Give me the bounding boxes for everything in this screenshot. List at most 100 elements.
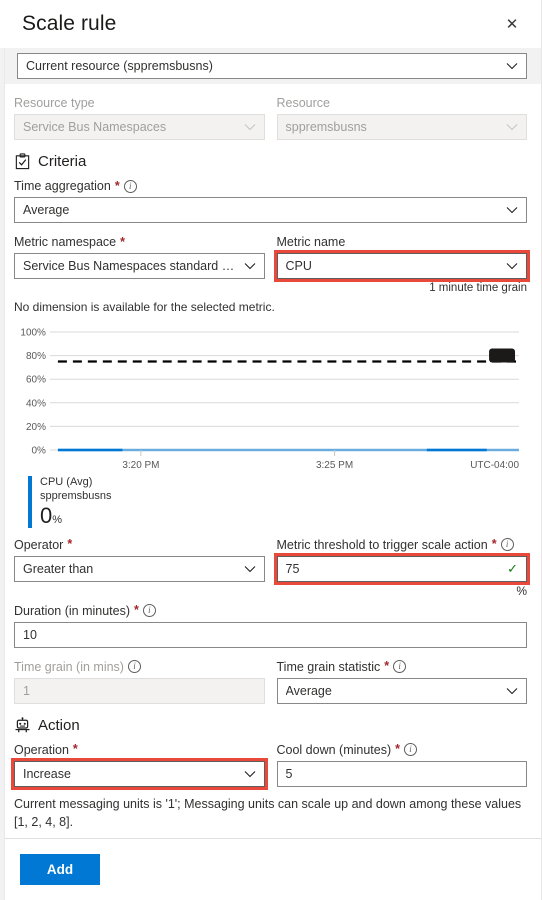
- threshold-label: Metric threshold to trigger scale action…: [277, 538, 528, 552]
- panel-body: Resource type Service Bus Namespaces Res…: [0, 84, 541, 838]
- time-grain-statistic-label: Time grain statistic * i: [277, 660, 528, 674]
- chart-xticks: 3:20 PM 3:25 PM UTC-04:00: [122, 450, 519, 470]
- time-grain-statistic-value: Average: [285, 683, 332, 698]
- time-grain-label: Time grain (in mins) i: [14, 660, 265, 674]
- time-aggregation-field: Time aggregation * i Average: [14, 179, 527, 223]
- time-grain-statistic-dropdown[interactable]: Average: [276, 677, 527, 704]
- threshold-value: 75: [285, 561, 300, 576]
- resource-name-value: sppremsbusns: [285, 120, 367, 134]
- y-tick-label: 20%: [26, 422, 46, 433]
- chart-gridlines: [49, 331, 520, 451]
- metric-preview-chart: 0% 20% 40% 60% 80% 100% 3:20 PM 3:25 PM UTC-04:…: [14, 322, 527, 470]
- operation-label: Operation *: [14, 742, 78, 757]
- chevron-down-icon: [506, 60, 518, 72]
- operation-value: Increase: [23, 766, 71, 781]
- scale-rule-panel: Scale rule ✕ Current resource (sppremsbu…: [0, 0, 542, 900]
- y-tick-label: 0%: [32, 445, 47, 456]
- resource-type-value: Service Bus Namespaces: [23, 120, 167, 134]
- info-icon[interactable]: i: [404, 743, 418, 757]
- check-icon: ✓: [507, 561, 518, 577]
- resource-name-label: Resource: [276, 96, 331, 110]
- required-marker: *: [134, 603, 139, 618]
- required-marker: *: [384, 659, 390, 674]
- chevron-down-icon: [244, 260, 256, 272]
- panel-footer: Add: [0, 838, 541, 900]
- time-aggregation-dropdown[interactable]: Average: [14, 197, 527, 223]
- add-button[interactable]: Add: [20, 854, 100, 885]
- scope-band: Current resource (sppremsbusns): [0, 48, 541, 84]
- threshold-badge[interactable]: [489, 348, 516, 363]
- scope-resource-dropdown[interactable]: Current resource (sppremsbusns): [17, 53, 527, 79]
- time-grain-value: 1: [23, 683, 30, 698]
- metric-name-label: Metric name: [276, 235, 346, 249]
- action-section-heading: Action: [14, 717, 527, 734]
- chevron-down-icon: [244, 563, 256, 575]
- required-marker: *: [72, 742, 78, 757]
- cooldown-input[interactable]: 5: [276, 760, 527, 787]
- chevron-down-icon: [506, 685, 518, 697]
- duration-input[interactable]: 10: [14, 621, 527, 648]
- page-title: Scale rule: [22, 12, 117, 35]
- legend-current-value: 0: [40, 502, 53, 528]
- metric-row: Metric namespace * Service Bus Namespace…: [14, 234, 530, 294]
- time-aggregation-label: Time aggregation * i: [14, 179, 527, 193]
- legend-series-name: CPU (Avg): [40, 476, 93, 488]
- info-icon[interactable]: i: [127, 660, 141, 674]
- time-grain-row: Time grain (in mins) i 1 Time grain stat…: [14, 660, 527, 704]
- y-tick-label: 40%: [26, 398, 46, 409]
- metric-namespace-label: Metric namespace *: [14, 234, 125, 249]
- metric-name-field: Metric name CPU 1 minute time grain: [273, 235, 530, 294]
- threshold-field: Metric threshold to trigger scale action…: [273, 538, 530, 598]
- chevron-down-icon: [244, 768, 256, 780]
- y-tick-label: 80%: [26, 351, 46, 362]
- chart-legend: CPU (Avg) sppremsbusns 0%: [14, 476, 527, 528]
- info-icon[interactable]: i: [142, 604, 156, 618]
- required-marker: *: [114, 178, 120, 193]
- time-grain-hint: 1 minute time grain: [429, 282, 527, 294]
- threshold-input[interactable]: 75 ✓: [273, 552, 530, 585]
- operator-value: Greater than: [23, 561, 94, 576]
- legend-current-value-row: 0%: [40, 502, 112, 528]
- duration-field: Duration (in minutes) * i 10: [14, 604, 527, 648]
- required-marker: *: [491, 537, 497, 552]
- metric-name-value: CPU: [285, 259, 312, 273]
- chevron-down-icon: [506, 260, 518, 272]
- metric-namespace-dropdown[interactable]: Service Bus Namespaces standard me...: [14, 253, 265, 279]
- time-grain-field: Time grain (in mins) i 1: [14, 660, 265, 704]
- metric-name-dropdown[interactable]: CPU: [273, 250, 530, 282]
- robot-icon: [14, 716, 31, 734]
- time-grain-input: 1: [14, 677, 265, 704]
- operation-dropdown[interactable]: Increase: [11, 757, 268, 790]
- y-tick-label: 100%: [20, 327, 46, 338]
- chevron-down-icon: [506, 204, 518, 216]
- messaging-units-note: Current messaging units is '1'; Messagin…: [14, 796, 522, 830]
- legend-text: CPU (Avg) sppremsbusns 0%: [40, 476, 112, 528]
- duration-label: Duration (in minutes) * i: [14, 604, 527, 618]
- cooldown-label: Cool down (minutes) * i: [277, 743, 528, 757]
- x-tick-label: 3:20 PM: [122, 460, 159, 470]
- resource-type-field: Resource type Service Bus Namespaces: [14, 96, 265, 140]
- metric-namespace-value: Service Bus Namespaces standard me...: [23, 259, 238, 273]
- operator-label: Operator *: [14, 537, 73, 552]
- close-icon[interactable]: ✕: [497, 9, 527, 39]
- cooldown-field: Cool down (minutes) * i 5: [276, 743, 528, 787]
- info-icon[interactable]: i: [500, 538, 514, 552]
- operator-threshold-row: Operator * Greater than Metric threshold…: [14, 537, 530, 598]
- legend-resource-name: sppremsbusns: [40, 489, 112, 502]
- chevron-down-icon: [506, 121, 518, 133]
- duration-value: 10: [23, 627, 37, 642]
- chevron-down-icon: [244, 121, 256, 133]
- operator-dropdown[interactable]: Greater than: [14, 555, 265, 582]
- required-marker: *: [120, 234, 125, 249]
- info-icon[interactable]: i: [123, 179, 137, 193]
- panel-header: Scale rule ✕: [0, 0, 541, 48]
- panel-left-edge: [0, 48, 5, 900]
- chart-canvas: 0% 20% 40% 60% 80% 100% 3:20 PM 3:25 PM UTC-04:…: [20, 327, 520, 470]
- info-icon[interactable]: i: [393, 660, 407, 674]
- y-tick-label: 60%: [26, 375, 46, 386]
- resource-row: Resource type Service Bus Namespaces Res…: [14, 96, 527, 140]
- legend-color-swatch: [28, 476, 32, 528]
- resource-type-dropdown: Service Bus Namespaces: [14, 114, 265, 140]
- time-grain-statistic-field: Time grain statistic * i Average: [276, 660, 528, 704]
- resource-name-dropdown: sppremsbusns: [276, 114, 527, 140]
